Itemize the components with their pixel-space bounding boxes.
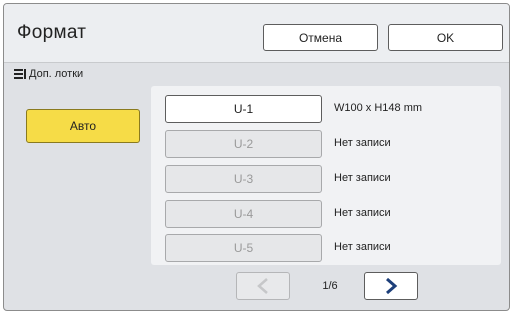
tray-description: Нет записи (334, 137, 391, 149)
chevron-left-icon (257, 278, 268, 294)
tray-button-u4[interactable]: U-4 (165, 200, 322, 228)
list-item: U-4 Нет записи (151, 200, 501, 228)
tray-description: Нет записи (334, 207, 391, 219)
tray-list-panel: U-1 W100 x H148 mm U-2 Нет записи U-3 Не… (151, 86, 501, 265)
page-indicator: 1/6 (322, 280, 338, 292)
tray-button-u2[interactable]: U-2 (165, 130, 322, 158)
prev-page-button[interactable] (236, 272, 290, 300)
tray-description: Нет записи (334, 172, 391, 184)
format-dialog: Формат Отмена OK Доп. лотки Авто U-1 W10… (3, 3, 510, 311)
tray-button-u3[interactable]: U-3 (165, 165, 322, 193)
page-title: Формат (17, 22, 87, 43)
list-item: U-1 W100 x H148 mm (151, 95, 501, 123)
tray-description: Нет записи (334, 241, 391, 253)
list-item: U-2 Нет записи (151, 130, 501, 158)
next-page-button[interactable] (364, 272, 418, 300)
chevron-right-icon (386, 277, 398, 295)
auto-button[interactable]: Авто (26, 109, 140, 143)
dialog-header: Формат Отмена OK (4, 4, 509, 63)
list-icon (14, 69, 26, 79)
list-item: U-5 Нет записи (151, 234, 501, 262)
ok-button[interactable]: OK (388, 24, 503, 51)
tray-button-u5[interactable]: U-5 (165, 234, 322, 262)
tray-button-u1[interactable]: U-1 (165, 95, 322, 123)
section-label: Доп. лотки (29, 68, 84, 80)
list-item: U-3 Нет записи (151, 165, 501, 193)
section-heading: Доп. лотки (14, 68, 83, 80)
tray-description: W100 x H148 mm (334, 102, 423, 114)
cancel-button[interactable]: Отмена (263, 24, 378, 51)
